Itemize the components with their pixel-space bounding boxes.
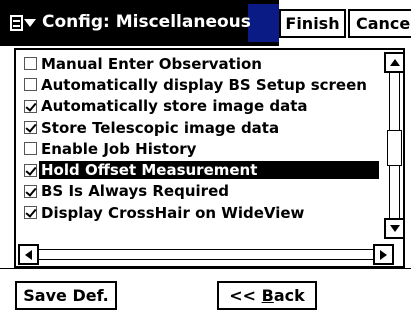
checkbox[interactable] [24, 184, 37, 198]
list-item-label: Hold Offset Measurement [39, 161, 379, 180]
vertical-scroll-thumb[interactable] [387, 130, 402, 166]
scroll-up-button[interactable] [384, 52, 405, 73]
save-defaults-button[interactable]: Save Def. [15, 281, 117, 310]
horizontal-scrollbar[interactable] [18, 244, 403, 265]
back-button-accelerator: B [261, 286, 274, 305]
list-item[interactable]: BS Is Always Required [24, 181, 382, 202]
checkbox[interactable] [24, 78, 37, 92]
checkbox[interactable] [24, 142, 37, 156]
arrow-up-icon [389, 59, 400, 66]
scroll-left-button[interactable] [18, 244, 39, 265]
options-list-frame: Manual Enter Observation Automatically d… [14, 48, 405, 268]
checkbox[interactable] [24, 99, 37, 113]
checkbox[interactable] [24, 121, 37, 135]
cancel-button[interactable]: Cancel [348, 9, 411, 38]
arrow-down-icon [389, 225, 400, 232]
page-title: Config: Miscellaneous [42, 12, 251, 32]
vertical-scrollbar[interactable] [384, 52, 405, 239]
list-item-label: Manual Enter Observation [41, 54, 262, 73]
list-item[interactable]: Enable Job History [24, 138, 382, 159]
document-icon [10, 15, 23, 31]
list-item[interactable]: Automatically store image data [24, 96, 382, 117]
list-item-label: Store Telescopic image data [41, 118, 280, 137]
horizontal-scroll-track[interactable] [39, 249, 373, 260]
arrow-left-icon [25, 249, 32, 260]
list-item[interactable]: Display CrossHair on WideView [24, 202, 382, 223]
scroll-down-button[interactable] [384, 218, 405, 239]
list-item[interactable]: Manual Enter Observation [24, 53, 382, 74]
list-item-label: Automatically store image data [41, 97, 308, 116]
checkbox[interactable] [24, 206, 37, 220]
scroll-right-button[interactable] [373, 244, 394, 265]
back-button[interactable]: << Back [217, 281, 317, 310]
back-button-prefix: << [229, 286, 262, 305]
list-item-label: Enable Job History [41, 139, 197, 158]
dropdown-arrow-icon [24, 19, 36, 27]
checkbox[interactable] [24, 163, 37, 177]
list-item-label: Automatically display BS Setup screen [41, 75, 367, 94]
title-bar-accent [248, 4, 279, 42]
list-item[interactable]: Automatically display BS Setup screen [24, 74, 382, 95]
checkbox[interactable] [24, 57, 37, 71]
title-bar: Config: Miscellaneous Finish Cancel [0, 0, 411, 46]
list-item-label: Display CrossHair on WideView [41, 203, 305, 222]
list-item-selected[interactable]: Hold Offset Measurement [24, 159, 382, 180]
arrow-right-icon [380, 249, 387, 260]
bottom-bar: Save Def. << Back [0, 268, 411, 312]
finish-button[interactable]: Finish [279, 9, 346, 38]
options-list: Manual Enter Observation Automatically d… [24, 53, 382, 223]
list-item[interactable]: Store Telescopic image data [24, 117, 382, 138]
list-item-label: BS Is Always Required [41, 182, 229, 201]
document-menu-icon[interactable] [10, 10, 38, 36]
back-button-label: ack [273, 286, 305, 305]
